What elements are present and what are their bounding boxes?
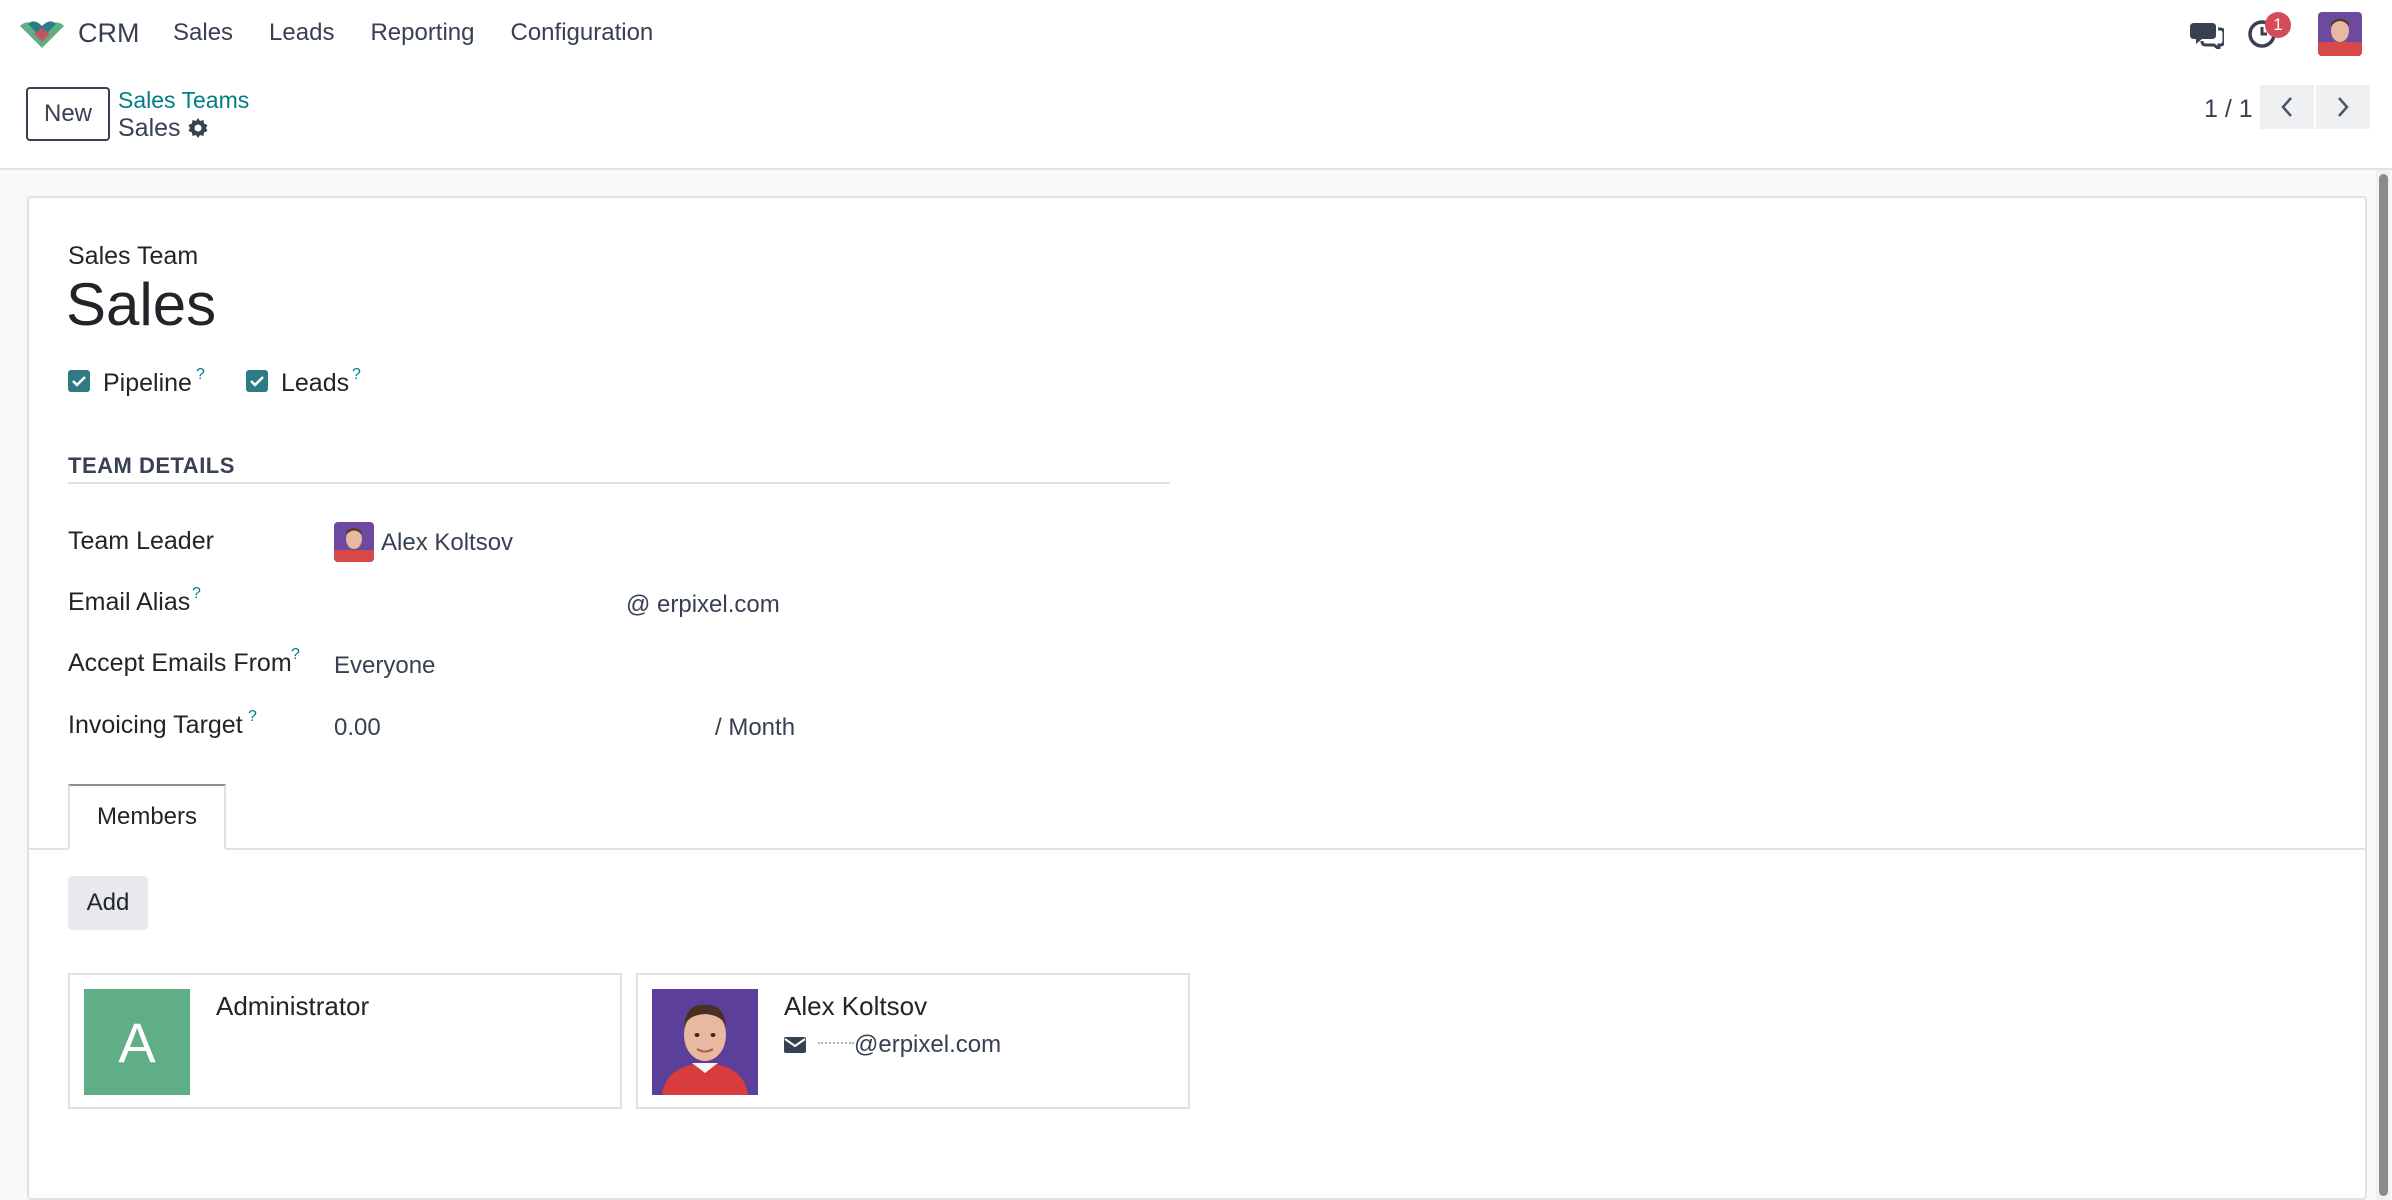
top-navbar: CRM Sales Leads Reporting Configuration … [0, 0, 2392, 70]
breadcrumb-sales-teams[interactable]: Sales Teams [118, 87, 249, 114]
menu-reporting[interactable]: Reporting [370, 19, 474, 47]
redacted-email-local [818, 1042, 854, 1048]
scrollbar-thumb[interactable] [2379, 174, 2388, 1196]
app-name[interactable]: CRM [78, 18, 140, 49]
menu-sales[interactable]: Sales [173, 19, 233, 47]
user-avatar[interactable] [2318, 12, 2362, 56]
record-title[interactable]: Sales [66, 270, 216, 339]
pager-value[interactable]: 1 / 1 [2204, 95, 2253, 124]
control-panel: New Sales Teams Sales 1 / 1 [0, 70, 2392, 170]
menu-leads[interactable]: Leads [269, 19, 334, 47]
invoicing-target-help[interactable]: ? [248, 708, 257, 726]
pipeline-help[interactable]: ? [196, 366, 205, 384]
invoicing-target-label: Invoicing Target [68, 711, 243, 739]
pipeline-checkbox[interactable] [68, 370, 90, 392]
checkmark-icon [72, 376, 86, 387]
member-name: Alex Koltsov [784, 991, 928, 1021]
member-name: Administrator [216, 991, 370, 1021]
email-alias-domain: @ erpixel.com [626, 591, 780, 618]
leads-help[interactable]: ? [352, 366, 361, 384]
team-details-heading: TEAM DETAILS [68, 453, 235, 478]
member-email-text: @erpixel.com [854, 1031, 1002, 1058]
invoicing-target-unit: / Month [715, 714, 796, 741]
member-card-administrator[interactable]: A Administrator [68, 973, 622, 1109]
breadcrumb-current: Sales [118, 114, 181, 142]
menu-configuration[interactable]: Configuration [511, 19, 654, 47]
gear-icon[interactable] [186, 116, 210, 140]
team-leader-label: Team Leader [68, 527, 214, 555]
crm-logo-icon[interactable] [18, 18, 66, 52]
leads-label[interactable]: Leads [281, 369, 349, 398]
pager-next-button[interactable] [2316, 85, 2370, 129]
pager-previous-button[interactable] [2260, 85, 2314, 129]
pipeline-label[interactable]: Pipeline [103, 369, 192, 398]
checkmark-icon [250, 376, 264, 387]
tab-divider [28, 848, 2366, 850]
member-card-alex-koltsov[interactable]: Alex Koltsov @erpixel.com [636, 973, 1190, 1109]
tab-members[interactable]: Members [68, 784, 226, 850]
accept-emails-label: Accept Emails From [68, 649, 292, 677]
add-member-button[interactable]: Add [68, 876, 148, 930]
accept-emails-value[interactable]: Everyone [334, 652, 435, 680]
activity-badge: 1 [2265, 12, 2291, 38]
invoicing-target-input[interactable]: 0.00 [334, 714, 381, 742]
member-photo [652, 989, 758, 1095]
chevron-left-icon [2281, 97, 2292, 117]
avatar: A [84, 989, 190, 1095]
leads-checkbox[interactable] [246, 370, 268, 392]
section-divider [68, 482, 1170, 484]
record-label: Sales Team [68, 242, 199, 270]
chevron-right-icon [2338, 97, 2349, 117]
email-alias-label: Email Alias [68, 588, 191, 616]
email-alias-help[interactable]: ? [192, 585, 201, 603]
team-leader-value[interactable]: Alex Koltsov [381, 529, 513, 557]
member-email: @erpixel.com [784, 1031, 1001, 1059]
accept-emails-help[interactable]: ? [291, 646, 300, 664]
team-leader-avatar [334, 522, 374, 562]
new-button[interactable]: New [26, 87, 110, 141]
main-menu: Sales Leads Reporting Configuration [173, 19, 689, 47]
envelope-icon [784, 1037, 806, 1053]
chat-icon[interactable] [2190, 19, 2226, 53]
